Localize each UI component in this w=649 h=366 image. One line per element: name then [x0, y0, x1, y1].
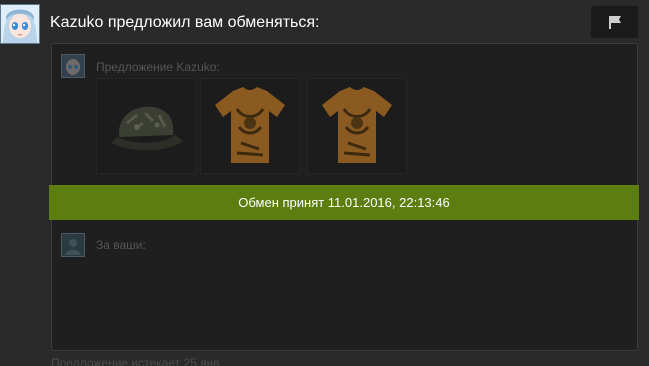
trade-item[interactable]	[96, 78, 196, 174]
report-button[interactable]	[591, 6, 638, 38]
anime-avatar-icon	[1, 5, 39, 43]
offer-expiration-text: Предложение истекает 25 янв.	[51, 356, 223, 366]
tshirt-icon	[215, 87, 285, 163]
trade-item[interactable]	[307, 78, 407, 174]
anime-avatar-icon	[62, 55, 84, 77]
trade-offer-page: Kazuko предложил вам обменяться: Предлож…	[0, 0, 649, 366]
their-avatar[interactable]	[61, 54, 85, 78]
trade-item[interactable]	[200, 78, 300, 174]
your-avatar[interactable]	[61, 233, 85, 257]
user-avatar-icon	[62, 234, 84, 256]
flag-icon	[608, 16, 621, 29]
their-offer-label: Предложение Kazuko:	[96, 60, 220, 74]
trade-offer-title: Kazuko предложил вам обменяться:	[50, 14, 320, 31]
sender-avatar[interactable]	[0, 4, 40, 44]
trade-accepted-banner: Обмен принят 11.01.2016, 22:13:46	[49, 185, 639, 220]
tshirt-icon	[322, 87, 392, 163]
cap-icon	[111, 106, 183, 151]
your-offer-label: За ваши:	[96, 238, 146, 252]
